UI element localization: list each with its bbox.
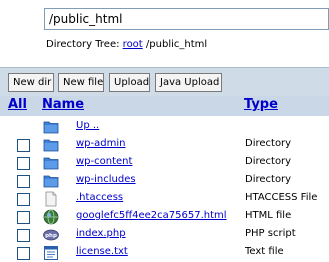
folder-icon[interactable] <box>43 155 59 171</box>
file-name-link[interactable]: wp-includes <box>76 174 136 185</box>
directory-tree: Directory Tree: root /public_html <box>46 39 207 50</box>
row-checkbox[interactable] <box>17 139 30 152</box>
file-row: googlefc5ff4ee2ca75657.html HTML file <box>0 208 329 226</box>
file-row: php index.php PHP script <box>0 226 329 244</box>
toolbar: New dir New file Upload Java Upload <box>0 67 329 96</box>
folder-icon[interactable] <box>43 137 59 153</box>
file-type: HTML file <box>245 210 292 221</box>
row-checkbox[interactable] <box>17 157 30 170</box>
php-icon[interactable]: php <box>43 227 59 243</box>
file-row: wp-includes Directory <box>0 172 329 190</box>
file-name-link[interactable]: googlefc5ff4ee2ca75657.html <box>76 210 227 221</box>
directory-tree-label: Directory Tree: <box>46 39 120 50</box>
globe-icon[interactable] <box>43 209 59 225</box>
row-checkbox[interactable] <box>17 211 30 224</box>
file-type: HTACCESS File <box>245 192 318 203</box>
file-row: wp-content Directory <box>0 154 329 172</box>
file-name-link[interactable]: .htaccess <box>76 192 123 203</box>
java-upload-button[interactable]: Java Upload <box>155 73 222 92</box>
file-name-link[interactable]: Up .. <box>76 120 99 131</box>
upload-button[interactable]: Upload <box>109 73 150 92</box>
file-row: Up .. <box>0 118 329 136</box>
name-column-header[interactable]: Name <box>42 97 84 112</box>
row-checkbox[interactable] <box>17 193 30 206</box>
svg-text:php: php <box>45 233 57 239</box>
file-list-header: All Name Type <box>0 96 329 116</box>
file-type: Directory <box>245 156 292 167</box>
blank-file-icon[interactable] <box>43 191 59 207</box>
text-file-icon[interactable] <box>43 245 59 261</box>
file-type: Directory <box>245 174 292 185</box>
file-name-link[interactable]: license.txt <box>76 246 128 257</box>
root-link[interactable]: root <box>123 39 143 50</box>
path-input[interactable] <box>44 8 329 30</box>
row-checkbox[interactable] <box>17 229 30 242</box>
file-type: Directory <box>245 138 292 149</box>
type-column-header[interactable]: Type <box>244 97 278 112</box>
select-all-link[interactable]: All <box>8 97 27 112</box>
file-row: license.txt Text file <box>0 244 329 262</box>
new-file-button[interactable]: New file <box>58 73 104 92</box>
row-checkbox[interactable] <box>17 247 30 260</box>
file-row: wp-admin Directory <box>0 136 329 154</box>
new-dir-button[interactable]: New dir <box>8 73 54 92</box>
file-type: PHP script <box>245 228 296 239</box>
file-name-link[interactable]: wp-admin <box>76 138 125 149</box>
folder-icon[interactable] <box>43 173 59 189</box>
directory-tree-path: /public_html <box>145 39 208 50</box>
row-checkbox[interactable] <box>17 175 30 188</box>
file-name-link[interactable]: wp-content <box>76 156 132 167</box>
file-row: .htaccess HTACCESS File <box>0 190 329 208</box>
file-type: Text file <box>245 246 284 257</box>
file-name-link[interactable]: index.php <box>76 228 126 239</box>
folder-icon[interactable] <box>43 119 59 135</box>
